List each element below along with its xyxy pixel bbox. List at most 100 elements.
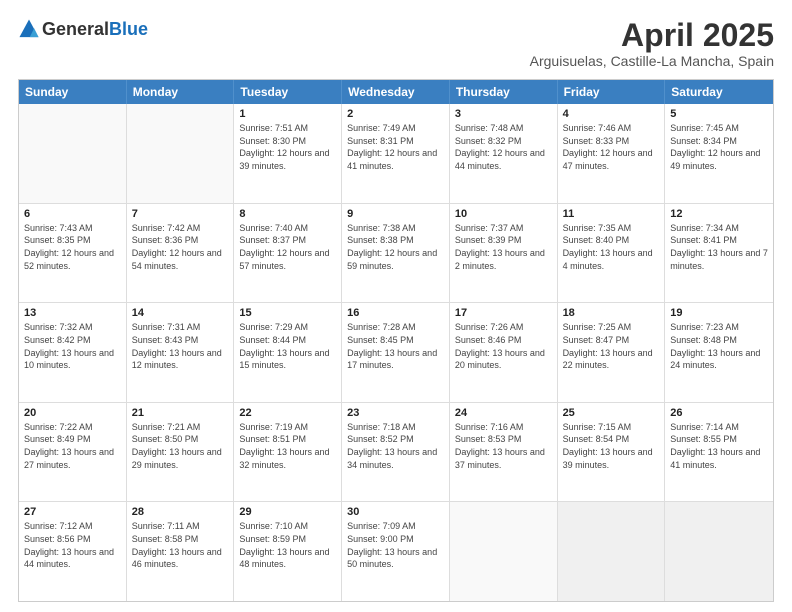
cell-info: Sunrise: 7:35 AMSunset: 8:40 PMDaylight:… xyxy=(563,222,660,272)
calendar-header-cell: Tuesday xyxy=(234,80,342,104)
day-number: 1 xyxy=(239,108,336,120)
day-number: 2 xyxy=(347,108,444,120)
calendar-cell: 25 Sunrise: 7:15 AMSunset: 8:54 PMDayligh… xyxy=(558,403,666,502)
cell-info: Sunrise: 7:14 AMSunset: 8:55 PMDaylight:… xyxy=(670,421,768,471)
calendar-cell: 7 Sunrise: 7:42 AMSunset: 8:36 PMDaylight… xyxy=(127,204,235,303)
logo-icon xyxy=(18,18,40,40)
calendar-cell: 27Sunrise: 7:12 AMSunset: 8:56 PMDayligh… xyxy=(19,502,127,601)
cell-info: Sunrise: 7:31 AMSunset: 8:43 PMDaylight:… xyxy=(132,321,229,371)
cell-info: Sunrise: 7:25 AMSunset: 8:47 PMDaylight:… xyxy=(563,321,660,371)
cell-info: Sunrise: 7:46 AMSunset: 8:33 PMDaylight:… xyxy=(563,122,660,172)
calendar-cell: 14 Sunrise: 7:31 AMSunset: 8:43 PMDayligh… xyxy=(127,303,235,402)
day-number: 4 xyxy=(563,108,660,120)
calendar-cell: 26 Sunrise: 7:14 AMSunset: 8:55 PMDayligh… xyxy=(665,403,773,502)
day-number: 8 xyxy=(239,208,336,220)
cell-info: Sunrise: 7:37 AMSunset: 8:39 PMDaylight:… xyxy=(455,222,552,272)
day-number: 19 xyxy=(670,307,768,319)
calendar-header-cell: Friday xyxy=(558,80,666,104)
calendar-cell: 8 Sunrise: 7:40 AMSunset: 8:37 PMDaylight… xyxy=(234,204,342,303)
day-number: 26 xyxy=(670,407,768,419)
calendar-cell: 17Sunrise: 7:26 AMSunset: 8:46 PMDayligh… xyxy=(450,303,558,402)
calendar-cell: 10 Sunrise: 7:37 AMSunset: 8:39 PMDayligh… xyxy=(450,204,558,303)
calendar-cell: 6Sunrise: 7:43 AMSunset: 8:35 PMDaylight… xyxy=(19,204,127,303)
calendar-row: 13Sunrise: 7:32 AMSunset: 8:42 PMDayligh… xyxy=(19,303,773,403)
cell-info: Sunrise: 7:45 AMSunset: 8:34 PMDaylight:… xyxy=(670,122,768,172)
day-number: 20 xyxy=(24,407,121,419)
day-number: 30 xyxy=(347,506,444,518)
day-number: 12 xyxy=(670,208,768,220)
cell-info: Sunrise: 7:10 AMSunset: 8:59 PMDaylight:… xyxy=(239,520,336,570)
calendar-cell xyxy=(450,502,558,601)
cell-info: Sunrise: 7:32 AMSunset: 8:42 PMDaylight:… xyxy=(24,321,121,371)
calendar-cell: 12 Sunrise: 7:34 AMSunset: 8:41 PMDayligh… xyxy=(665,204,773,303)
day-number: 17 xyxy=(455,307,552,319)
cell-info: Sunrise: 7:21 AMSunset: 8:50 PMDaylight:… xyxy=(132,421,229,471)
day-number: 15 xyxy=(239,307,336,319)
calendar-header-cell: Sunday xyxy=(19,80,127,104)
calendar-row: 20 Sunrise: 7:22 AMSunset: 8:49 PMDayligh… xyxy=(19,403,773,503)
header: GeneralBlue April 2025 Arguisuelas, Cast… xyxy=(18,18,774,69)
calendar-cell: 9 Sunrise: 7:38 AMSunset: 8:38 PMDaylight… xyxy=(342,204,450,303)
calendar-cell: 22 Sunrise: 7:19 AMSunset: 8:51 PMDayligh… xyxy=(234,403,342,502)
cell-info: Sunrise: 7:22 AMSunset: 8:49 PMDaylight:… xyxy=(24,421,121,471)
page-title: April 2025 xyxy=(530,18,774,53)
cell-info: Sunrise: 7:23 AMSunset: 8:48 PMDaylight:… xyxy=(670,321,768,371)
day-number: 22 xyxy=(239,407,336,419)
calendar-cell: 28 Sunrise: 7:11 AMSunset: 8:58 PMDayligh… xyxy=(127,502,235,601)
day-number: 25 xyxy=(563,407,660,419)
day-number: 27 xyxy=(24,506,121,518)
day-number: 23 xyxy=(347,407,444,419)
cell-info: Sunrise: 7:40 AMSunset: 8:37 PMDaylight:… xyxy=(239,222,336,272)
calendar-cell: 3 Sunrise: 7:48 AMSunset: 8:32 PMDaylight… xyxy=(450,104,558,203)
day-number: 24 xyxy=(455,407,552,419)
cell-info: Sunrise: 7:15 AMSunset: 8:54 PMDaylight:… xyxy=(563,421,660,471)
calendar-cell xyxy=(665,502,773,601)
day-number: 10 xyxy=(455,208,552,220)
cell-info: Sunrise: 7:18 AMSunset: 8:52 PMDaylight:… xyxy=(347,421,444,471)
calendar-cell: 15Sunrise: 7:29 AMSunset: 8:44 PMDayligh… xyxy=(234,303,342,402)
calendar-row: 1 Sunrise: 7:51 AMSunset: 8:30 PMDaylight… xyxy=(19,104,773,204)
calendar-header-cell: Saturday xyxy=(665,80,773,104)
day-number: 3 xyxy=(455,108,552,120)
calendar-cell: 23 Sunrise: 7:18 AMSunset: 8:52 PMDayligh… xyxy=(342,403,450,502)
calendar-cell: 19 Sunrise: 7:23 AMSunset: 8:48 PMDayligh… xyxy=(665,303,773,402)
calendar-cell: 2Sunrise: 7:49 AMSunset: 8:31 PMDaylight… xyxy=(342,104,450,203)
calendar-header: SundayMondayTuesdayWednesdayThursdayFrid… xyxy=(19,80,773,104)
calendar-header-cell: Thursday xyxy=(450,80,558,104)
page-subtitle: Arguisuelas, Castille-La Mancha, Spain xyxy=(530,53,774,69)
calendar-cell: 20 Sunrise: 7:22 AMSunset: 8:49 PMDayligh… xyxy=(19,403,127,502)
calendar-cell: 21Sunrise: 7:21 AMSunset: 8:50 PMDayligh… xyxy=(127,403,235,502)
cell-info: Sunrise: 7:42 AMSunset: 8:36 PMDaylight:… xyxy=(132,222,229,272)
logo-general: General xyxy=(42,19,109,39)
cell-info: Sunrise: 7:28 AMSunset: 8:45 PMDaylight:… xyxy=(347,321,444,371)
calendar-header-cell: Monday xyxy=(127,80,235,104)
calendar-body: 1 Sunrise: 7:51 AMSunset: 8:30 PMDaylight… xyxy=(19,104,773,601)
calendar-cell: 11 Sunrise: 7:35 AMSunset: 8:40 PMDayligh… xyxy=(558,204,666,303)
calendar-cell: 24Sunrise: 7:16 AMSunset: 8:53 PMDayligh… xyxy=(450,403,558,502)
logo: GeneralBlue xyxy=(18,18,148,40)
calendar: SundayMondayTuesdayWednesdayThursdayFrid… xyxy=(18,79,774,602)
cell-info: Sunrise: 7:19 AMSunset: 8:51 PMDaylight:… xyxy=(239,421,336,471)
day-number: 16 xyxy=(347,307,444,319)
calendar-cell: 13Sunrise: 7:32 AMSunset: 8:42 PMDayligh… xyxy=(19,303,127,402)
calendar-cell: 5 Sunrise: 7:45 AMSunset: 8:34 PMDaylight… xyxy=(665,104,773,203)
day-number: 7 xyxy=(132,208,229,220)
calendar-cell: 16 Sunrise: 7:28 AMSunset: 8:45 PMDayligh… xyxy=(342,303,450,402)
calendar-cell xyxy=(19,104,127,203)
day-number: 28 xyxy=(132,506,229,518)
cell-info: Sunrise: 7:43 AMSunset: 8:35 PMDaylight:… xyxy=(24,222,121,272)
day-number: 11 xyxy=(563,208,660,220)
cell-info: Sunrise: 7:48 AMSunset: 8:32 PMDaylight:… xyxy=(455,122,552,172)
calendar-cell: 18Sunrise: 7:25 AMSunset: 8:47 PMDayligh… xyxy=(558,303,666,402)
day-number: 29 xyxy=(239,506,336,518)
calendar-cell xyxy=(558,502,666,601)
logo-blue: Blue xyxy=(109,19,148,39)
calendar-row: 6Sunrise: 7:43 AMSunset: 8:35 PMDaylight… xyxy=(19,204,773,304)
cell-info: Sunrise: 7:11 AMSunset: 8:58 PMDaylight:… xyxy=(132,520,229,570)
day-number: 14 xyxy=(132,307,229,319)
day-number: 9 xyxy=(347,208,444,220)
cell-info: Sunrise: 7:34 AMSunset: 8:41 PMDaylight:… xyxy=(670,222,768,272)
cell-info: Sunrise: 7:38 AMSunset: 8:38 PMDaylight:… xyxy=(347,222,444,272)
day-number: 5 xyxy=(670,108,768,120)
cell-info: Sunrise: 7:51 AMSunset: 8:30 PMDaylight:… xyxy=(239,122,336,172)
